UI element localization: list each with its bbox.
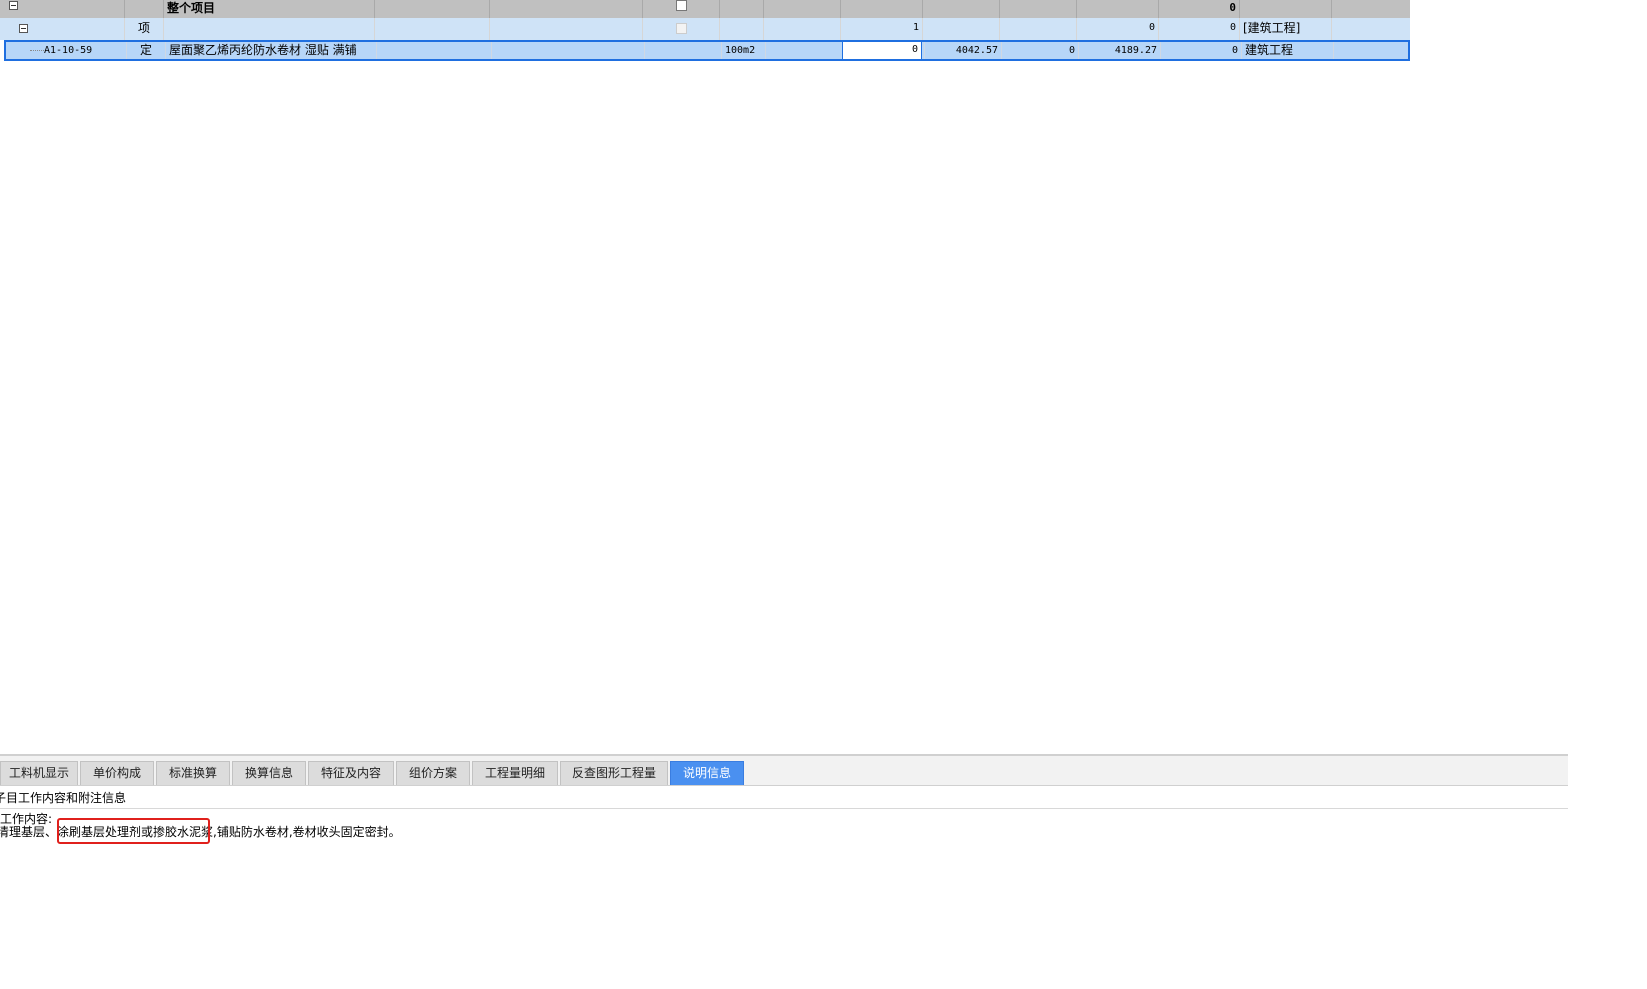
cell-unit <box>720 18 764 40</box>
group-quantity[interactable]: 1 <box>841 18 923 40</box>
cell-check <box>643 18 720 40</box>
tab-features-content[interactable]: 特征及内容 <box>308 761 394 785</box>
tab-labor-material-machine[interactable]: 工料机显示 <box>0 761 78 785</box>
cell-check <box>645 42 722 59</box>
cell-qty <box>841 0 923 18</box>
item-val-b: 0 <box>1161 42 1242 59</box>
cell-expr <box>766 42 843 59</box>
project-name: 整个项目 <box>164 0 375 18</box>
cell-feature <box>375 0 490 18</box>
detail-tabbar: 工料机显示 单价构成 标准换算 换算信息 特征及内容 组价方案 工程量明细 反查… <box>0 756 1568 786</box>
tab-standard-conversion[interactable]: 标准换算 <box>156 761 230 785</box>
cell-blank <box>490 0 643 18</box>
tab-unit-price-composition[interactable]: 单价构成 <box>80 761 154 785</box>
item-type: 定 <box>127 42 166 59</box>
project-total: 0 <box>1159 0 1240 18</box>
item-name[interactable]: 屋面聚乙烯丙纶防水卷材 湿贴 满铺 <box>166 42 377 59</box>
group-val-a: 0 <box>1077 18 1159 40</box>
grid-row-project[interactable]: 整个项目 0 <box>0 0 1410 18</box>
cell-blank <box>492 42 645 59</box>
group-category: [建筑工程] <box>1240 18 1332 40</box>
cell-price <box>923 18 1000 40</box>
item-category: 建筑工程 <box>1242 42 1334 59</box>
cell-blank <box>490 18 643 40</box>
grid-row-item[interactable]: A1-10-59 定 屋面聚乙烯丙纶防水卷材 湿贴 满铺 100m2 4042.… <box>4 40 1410 61</box>
work-content-label: 工作内容: <box>0 812 53 826</box>
project-checkbox[interactable] <box>676 0 687 11</box>
highlight-annotation <box>57 818 210 844</box>
tab-quantity-detail[interactable]: 工程量明细 <box>472 761 558 785</box>
group-val-b: 0 <box>1159 18 1240 40</box>
item-code: A1-10-59 <box>6 42 127 59</box>
info-header-text: 子目工作内容和附注信息 <box>0 791 127 805</box>
tab-description-info[interactable]: 说明信息 <box>670 761 744 785</box>
cell-code <box>0 0 125 18</box>
grid-row-group[interactable]: 项 1 0 0 [建筑工程] <box>0 18 1410 40</box>
cell-extra <box>1332 18 1410 40</box>
tab-conversion-info[interactable]: 换算信息 <box>232 761 306 785</box>
cell-val-a <box>1000 0 1077 18</box>
cell-price-b <box>1077 0 1159 18</box>
cell-expr <box>764 0 841 18</box>
group-type: 项 <box>125 18 164 40</box>
group-checkbox[interactable] <box>676 23 687 34</box>
cell-extra <box>1334 42 1408 59</box>
cell-price <box>923 0 1000 18</box>
tab-pricing-scheme[interactable]: 组价方案 <box>396 761 470 785</box>
item-val-a: 0 <box>1002 42 1079 59</box>
cell-check <box>643 0 720 18</box>
quota-grid: 整个项目 0 项 1 0 0 [建筑工程] A1-10-59 定 屋面聚乙烯丙纶… <box>0 0 1410 61</box>
item-price-b: 4189.27 <box>1079 42 1161 59</box>
cell-code <box>0 18 125 40</box>
cell-expr <box>764 18 841 40</box>
cell-extra <box>1332 0 1410 18</box>
cell-unit <box>720 0 764 18</box>
cell-val-a <box>1000 18 1077 40</box>
cell-category <box>1240 0 1332 18</box>
item-unit: 100m2 <box>722 42 766 59</box>
info-section-header: 子目工作内容和附注信息 <box>0 787 1568 809</box>
tab-reverse-lookup[interactable]: 反查图形工程量 <box>560 761 668 785</box>
item-unit-price: 4042.57 <box>925 42 1002 59</box>
quantity-input[interactable]: 0 <box>842 41 922 60</box>
cell-feature <box>377 42 492 59</box>
cell-type <box>125 0 164 18</box>
cell-name <box>164 18 375 40</box>
cell-feature <box>375 18 490 40</box>
